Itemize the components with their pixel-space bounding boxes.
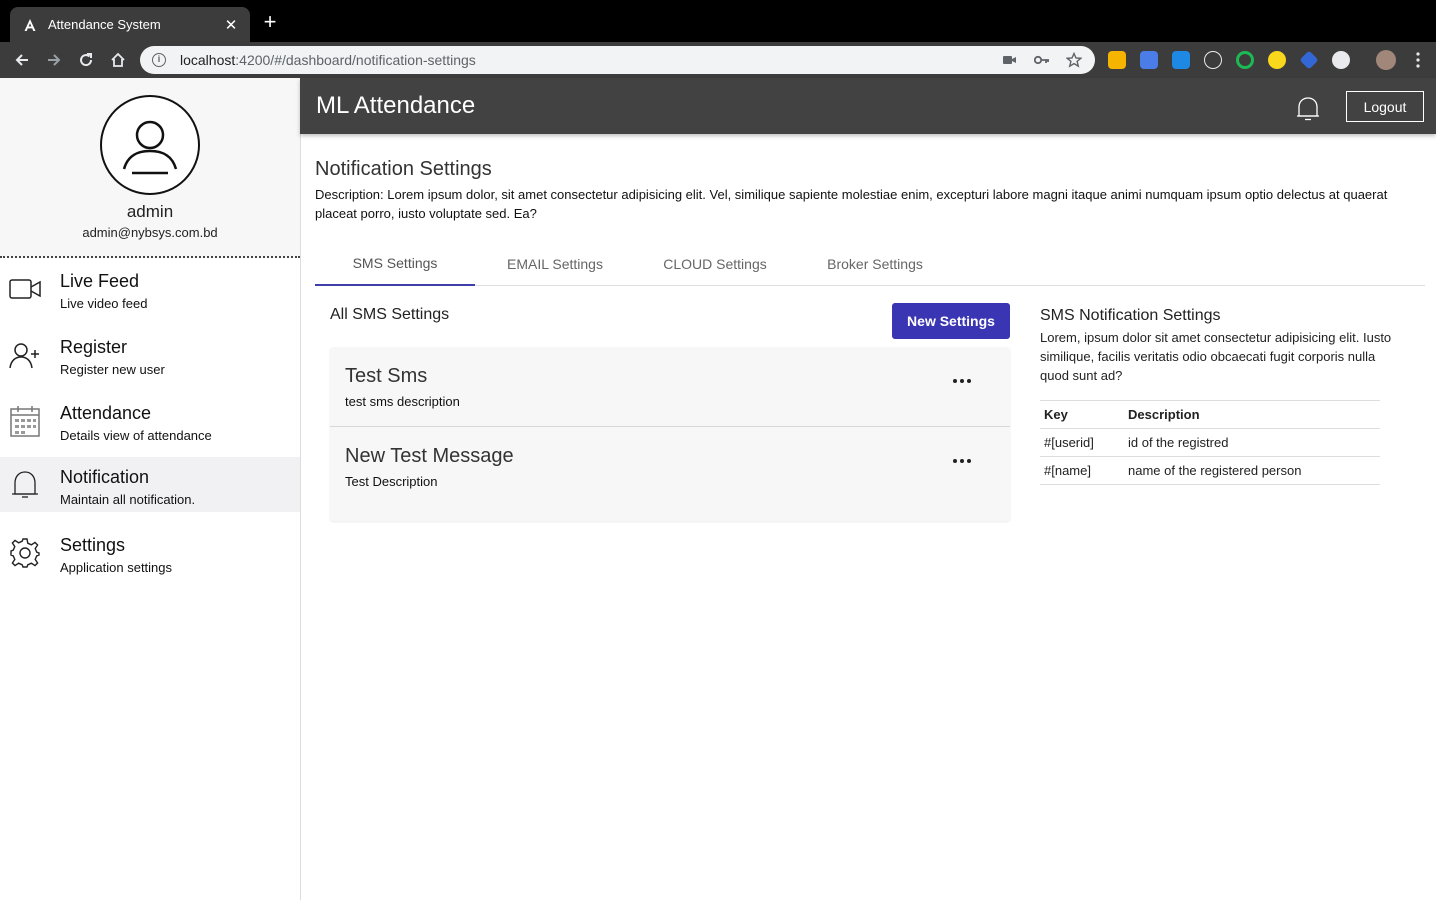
extension-yellow-icon[interactable] bbox=[1268, 51, 1286, 69]
video-camera-icon bbox=[9, 273, 41, 305]
extension-react-icon[interactable] bbox=[1204, 51, 1222, 69]
key-cell: #[userid] bbox=[1040, 428, 1124, 457]
new-settings-button[interactable]: New Settings bbox=[892, 303, 1010, 339]
extension-notes-icon[interactable] bbox=[1108, 51, 1126, 69]
extension-translate-icon[interactable] bbox=[1140, 51, 1158, 69]
new-tab-icon[interactable]: + bbox=[259, 11, 281, 33]
sidebar-item-title: Attendance bbox=[60, 403, 152, 423]
profile-name: admin bbox=[126, 202, 174, 221]
sidebar-item-title: Register bbox=[60, 337, 128, 357]
sidebar: admin admin@nybsys.com.bd Live Feed Live… bbox=[0, 78, 301, 900]
page-description: Description: Lorem ipsum dolor, sit amet… bbox=[315, 187, 1388, 221]
home-icon[interactable] bbox=[108, 50, 128, 70]
app-header: ML Attendance Logout bbox=[300, 78, 1436, 134]
browser-tab-title: Attendance System bbox=[48, 17, 161, 32]
browser-toolbar: i localhost:4200/#/dashboard/notificatio… bbox=[0, 42, 1436, 78]
extension-circle-icon[interactable] bbox=[1236, 51, 1254, 69]
add-user-icon bbox=[9, 339, 41, 371]
column-header-description: Description bbox=[1124, 400, 1380, 429]
list-item-description: Test Description bbox=[345, 474, 438, 489]
calendar-icon bbox=[9, 405, 41, 437]
user-profile: admin admin@nybsys.com.bd bbox=[0, 78, 300, 258]
key-icon[interactable] bbox=[1033, 51, 1051, 69]
list-item[interactable]: New Test Message Test Description bbox=[330, 426, 1010, 506]
list-item-title: New Test Message bbox=[345, 445, 514, 467]
table-row: #[name] name of the registered person bbox=[1040, 456, 1380, 485]
sidebar-item-subtitle: Application settings bbox=[60, 560, 173, 575]
reload-icon[interactable] bbox=[76, 50, 96, 70]
extension-white-icon[interactable] bbox=[1332, 51, 1350, 69]
browser-tab[interactable]: Attendance System ✕ bbox=[10, 7, 250, 42]
table-row: #[userid] id of the registred bbox=[1040, 428, 1380, 457]
sms-settings-list: Test Sms test sms description New Test M… bbox=[330, 347, 1010, 521]
url-text: localhost:4200/#/dashboard/notification-… bbox=[180, 52, 476, 68]
forward-arrow-icon[interactable] bbox=[44, 50, 64, 70]
close-tab-icon[interactable]: ✕ bbox=[222, 16, 240, 34]
settings-tabs: SMS Settings EMAIL Settings CLOUD Settin… bbox=[315, 242, 1425, 286]
page-title: Notification Settings bbox=[315, 158, 492, 180]
sidebar-item-title: Settings bbox=[60, 535, 126, 555]
sidebar-item-register[interactable]: Register Register new user bbox=[0, 327, 300, 382]
tab-email-settings[interactable]: EMAIL Settings bbox=[475, 242, 635, 286]
notification-bell-icon[interactable] bbox=[1294, 94, 1322, 124]
avatar bbox=[100, 95, 200, 195]
tab-cloud-settings[interactable]: CLOUD Settings bbox=[635, 242, 795, 286]
browser-menu-icon[interactable] bbox=[1408, 50, 1428, 70]
site-info-icon[interactable]: i bbox=[152, 53, 166, 67]
sidebar-item-subtitle: Details view of attendance bbox=[60, 428, 212, 443]
sidebar-item-settings[interactable]: Settings Application settings bbox=[0, 525, 300, 580]
user-avatar-icon bbox=[122, 120, 178, 175]
sidebar-item-attendance[interactable]: Attendance Details view of attendance bbox=[0, 393, 300, 448]
tab-sms-settings[interactable]: SMS Settings bbox=[315, 242, 475, 286]
sidebar-item-live-feed[interactable]: Live Feed Live video feed bbox=[0, 261, 300, 316]
sidebar-item-subtitle: Live video feed bbox=[60, 296, 148, 311]
key-cell: #[name] bbox=[1040, 456, 1124, 485]
angular-favicon-icon bbox=[22, 17, 38, 33]
column-header-key: Key bbox=[1040, 400, 1124, 429]
profile-email: admin@nybsys.com.bd bbox=[82, 225, 218, 240]
info-title: SMS Notification Settings bbox=[1040, 307, 1221, 324]
list-item-description: test sms description bbox=[345, 394, 460, 409]
more-options-icon[interactable] bbox=[950, 373, 974, 389]
sidebar-item-notification[interactable]: Notification Maintain all notification. bbox=[0, 457, 300, 512]
logout-button[interactable]: Logout bbox=[1346, 91, 1424, 122]
app-title: ML Attendance bbox=[316, 92, 476, 119]
description-cell: name of the registered person bbox=[1124, 456, 1380, 485]
back-arrow-icon[interactable] bbox=[12, 50, 32, 70]
bell-icon bbox=[9, 469, 41, 501]
gear-icon bbox=[9, 537, 41, 569]
camera-blocked-icon[interactable] bbox=[1001, 51, 1019, 69]
list-title: All SMS Settings bbox=[330, 306, 450, 323]
sidebar-item-subtitle: Register new user bbox=[60, 362, 165, 377]
info-description: Lorem, ipsum dolor sit amet consectetur … bbox=[1040, 330, 1392, 383]
placeholder-keys-table: Key Description #[userid] id of the regi… bbox=[1040, 400, 1380, 485]
sidebar-item-title: Live Feed bbox=[60, 271, 140, 291]
extension-s-icon[interactable] bbox=[1172, 51, 1190, 69]
browser-tab-strip: Attendance System ✕ + bbox=[0, 0, 1436, 42]
tab-broker-settings[interactable]: Broker Settings bbox=[795, 242, 955, 286]
table-header-row: Key Description bbox=[1040, 400, 1380, 429]
bookmark-star-icon[interactable] bbox=[1065, 51, 1083, 69]
address-bar[interactable]: i localhost:4200/#/dashboard/notificatio… bbox=[140, 46, 1095, 74]
more-options-icon[interactable] bbox=[950, 453, 974, 469]
sidebar-item-title: Notification bbox=[60, 467, 150, 487]
sidebar-item-subtitle: Maintain all notification. bbox=[60, 492, 196, 507]
extension-blue-icon[interactable] bbox=[1299, 50, 1319, 70]
profile-avatar-icon[interactable] bbox=[1376, 50, 1396, 70]
description-cell: id of the registred bbox=[1124, 428, 1380, 457]
list-item-title: Test Sms bbox=[345, 365, 428, 387]
list-item[interactable]: Test Sms test sms description bbox=[330, 347, 1010, 427]
